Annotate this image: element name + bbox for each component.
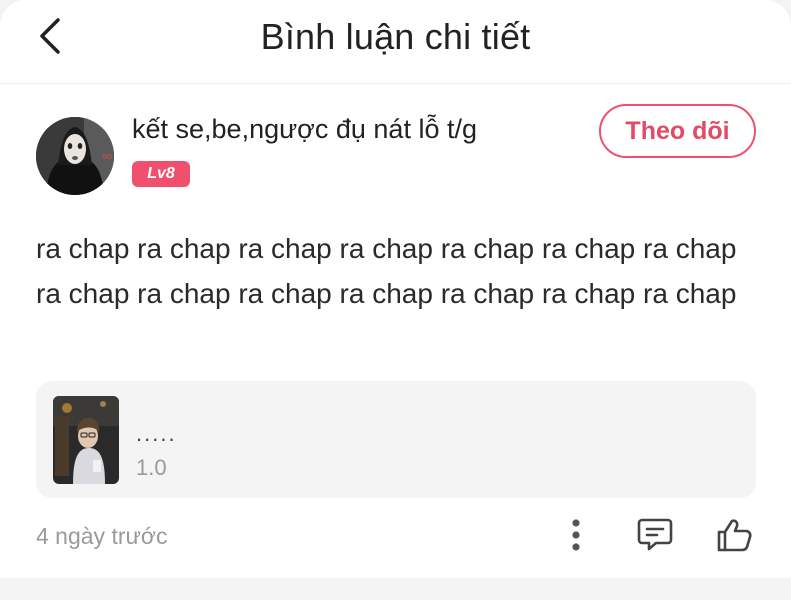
more-options-button[interactable] — [554, 513, 598, 557]
thumbs-up-icon — [717, 519, 752, 552]
bottom-divider — [0, 578, 791, 600]
comment-icon — [637, 518, 673, 551]
svg-text:oo: oo — [102, 151, 112, 161]
more-vertical-icon — [572, 519, 580, 551]
username[interactable]: kết se,be,ngược đụ nát lỗ t/g — [132, 114, 477, 145]
story-chapter: 1.0 — [136, 455, 167, 480]
story-name: ..... — [136, 421, 177, 446]
follow-button[interactable]: Theo dõi — [599, 104, 756, 158]
avatar-image: oo — [36, 117, 114, 195]
like-button[interactable] — [712, 513, 756, 557]
story-cover-image — [53, 396, 119, 484]
page-title: Bình luận chi tiết — [260, 16, 531, 57]
comment-detail-screen: Bình luận chi tiết oo kết se,be,ngược đụ… — [0, 0, 791, 600]
avatar[interactable]: oo — [36, 117, 114, 195]
story-cover — [53, 396, 119, 484]
story-card[interactable]: ..... 1.0 — [36, 381, 756, 498]
reply-button[interactable] — [633, 513, 677, 557]
level-badge: Lv8 — [132, 161, 190, 187]
header: Bình luận chi tiết — [0, 0, 791, 84]
comment-timestamp: 4 ngày trước — [36, 523, 168, 549]
comment-text: ra chap ra chap ra chap ra chap ra chap … — [36, 233, 737, 309]
